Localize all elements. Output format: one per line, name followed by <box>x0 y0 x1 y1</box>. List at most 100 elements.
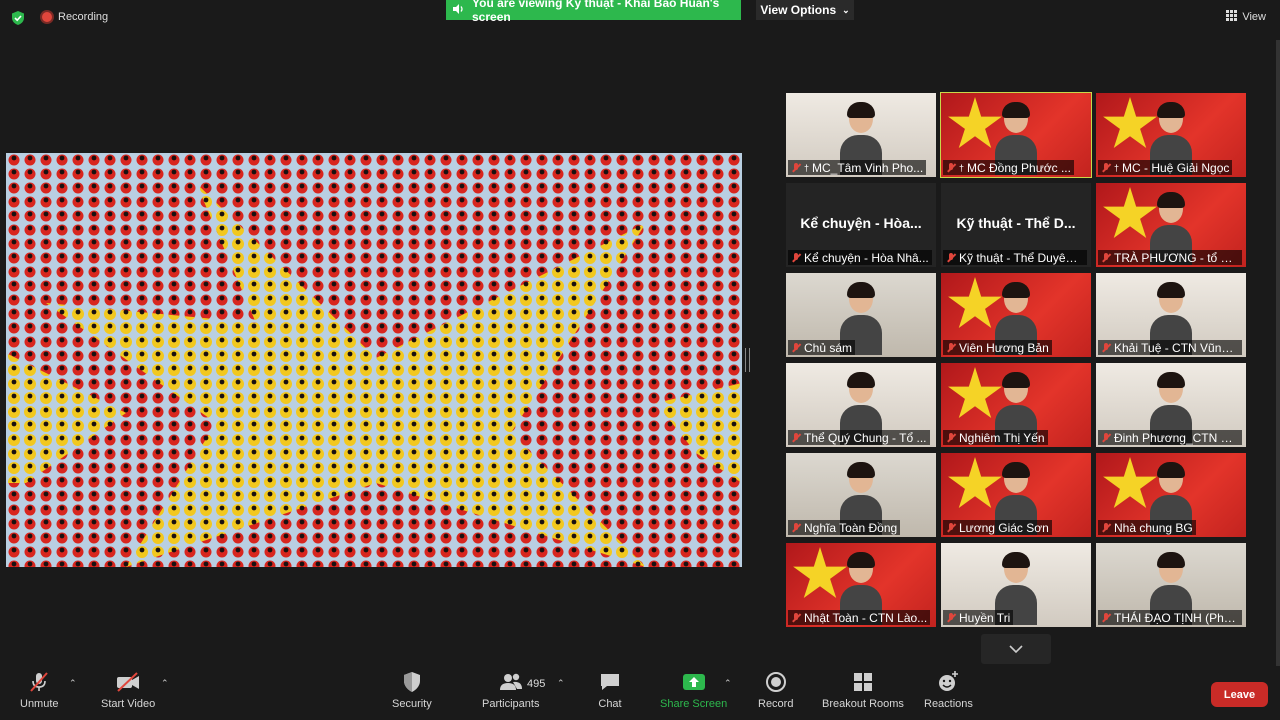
unmute-button[interactable]: Unmute <box>20 670 59 710</box>
muted-mic-icon <box>1101 432 1111 443</box>
participant-name-label: Kỹ thuật - Thể Duyên ... <box>943 250 1087 265</box>
participants-icon <box>498 670 524 694</box>
video-off-icon <box>115 670 141 694</box>
record-button[interactable]: Record <box>758 670 793 710</box>
security-shield-icon[interactable] <box>10 10 26 26</box>
participant-name: Kỹ thuật - Thể Duyên ... <box>959 250 1084 265</box>
scrollbar[interactable] <box>1276 40 1280 680</box>
record-icon <box>764 670 788 694</box>
participants-button[interactable]: Participants <box>482 670 539 710</box>
pin-icon: † <box>959 162 965 173</box>
participant-tile[interactable]: Nhật Toàn - CTN Lào... <box>786 543 936 627</box>
shared-screen-image <box>6 153 742 567</box>
chevron-down-icon: ⌄ <box>842 4 850 15</box>
participant-tile[interactable]: Lương Giác Sơn <box>941 453 1091 537</box>
start-video-button[interactable]: Start Video <box>101 670 155 710</box>
muted-mic-icon <box>1101 252 1111 263</box>
viewing-text: You are viewing Kỹ thuật - Khải Bảo Huấn… <box>472 0 720 24</box>
recording-indicator[interactable]: Recording <box>42 11 108 23</box>
breakout-rooms-icon <box>851 670 875 694</box>
view-options-button[interactable]: View Options ⌄ <box>756 0 854 20</box>
participant-name: Chủ sám <box>804 340 853 355</box>
participant-tile[interactable]: Kể chuyện - Hòa... Kể chuyện - Hòa Nhâ... <box>786 183 936 267</box>
breakout-rooms-label: Breakout Rooms <box>822 698 904 710</box>
participant-name: Nhật Toàn - CTN Lào... <box>804 610 928 625</box>
participant-tile[interactable]: Huyền Tri <box>941 543 1091 627</box>
participant-name-label: Viên Hương Bản <box>943 340 1052 355</box>
pin-icon: † <box>804 162 810 173</box>
participant-name: Viên Hương Bản <box>959 340 1049 355</box>
panel-resize-handle[interactable] <box>745 348 750 372</box>
participant-name-label: † MC Đồng Phước ... <box>943 160 1074 175</box>
participant-name-label: Nhà chung BG <box>1098 520 1196 535</box>
participant-name: THÁI ĐẠO TỊNH (Phật... <box>1114 610 1239 625</box>
participant-display-name: Kỹ thuật - Thể D... <box>956 215 1076 231</box>
participant-name-label: Chủ sám <box>788 340 856 355</box>
video-options-caret[interactable]: ⌃ <box>161 678 169 689</box>
participant-tile[interactable]: Nghiêm Thị Yến <box>941 363 1091 447</box>
share-options-caret[interactable]: ⌃ <box>724 678 732 689</box>
view-options-label: View Options <box>760 3 837 17</box>
participants-options-caret[interactable]: ⌃ <box>557 678 565 689</box>
participant-name-label: Kể chuyện - Hòa Nhâ... <box>788 250 932 265</box>
participant-name: TRÀ PHƯƠNG - tổ 1 ... <box>1114 250 1239 265</box>
muted-mic-icon <box>946 612 956 623</box>
participant-name-label: TRÀ PHƯƠNG - tổ 1 ... <box>1098 250 1242 265</box>
participant-tile[interactable]: † MC_Tâm Vinh Pho... <box>786 93 936 177</box>
muted-mic-icon <box>1101 162 1111 173</box>
reactions-label: Reactions <box>924 698 973 710</box>
participant-name-label: † MC - Huệ Giải Ngọc <box>1098 160 1233 175</box>
participant-name-label: Khải Tuệ - CTN Vũng ... <box>1098 340 1242 355</box>
unmute-label: Unmute <box>20 698 59 710</box>
participant-tile[interactable]: † MC - Huệ Giải Ngọc <box>1096 93 1246 177</box>
participant-tile[interactable]: Kỹ thuật - Thể D... Kỹ thuật - Thể Duyên … <box>941 183 1091 267</box>
participant-name: Nhà chung BG <box>1114 520 1193 535</box>
participant-tile[interactable]: THÁI ĐẠO TỊNH (Phật... <box>1096 543 1246 627</box>
speaker-icon <box>452 3 464 18</box>
viewing-screen-banner: You are viewing Kỹ thuật - Khải Bảo Huấn… <box>446 0 741 24</box>
breakout-rooms-button[interactable]: Breakout Rooms <box>822 670 904 710</box>
smiley-plus-icon <box>936 670 960 694</box>
audio-options-caret[interactable]: ⌃ <box>69 678 77 689</box>
muted-mic-icon <box>1101 342 1111 353</box>
participant-tile[interactable]: TRÀ PHƯƠNG - tổ 1 ... <box>1096 183 1246 267</box>
muted-mic-icon <box>946 432 956 443</box>
leave-button[interactable]: Leave <box>1211 682 1268 707</box>
participants-count: 495 <box>527 678 546 690</box>
muted-mic-icon <box>946 252 956 263</box>
participant-tile[interactable]: Thể Quý Chung - Tổ ... <box>786 363 936 447</box>
view-button[interactable]: View <box>1226 10 1266 24</box>
muted-mic-icon <box>946 522 956 533</box>
participant-name: Lương Giác Sơn <box>959 520 1049 535</box>
more-participants-button[interactable] <box>981 634 1051 664</box>
participant-name-label: Nhật Toàn - CTN Lào... <box>788 610 931 625</box>
muted-mic-icon <box>1101 612 1111 623</box>
participant-tile[interactable]: Chủ sám <box>786 273 936 357</box>
participant-tile[interactable]: Viên Hương Bản <box>941 273 1091 357</box>
muted-mic-icon <box>791 162 801 173</box>
start-video-label: Start Video <box>101 698 156 710</box>
participant-tile[interactable]: Đinh Phương_CTN H... <box>1096 363 1246 447</box>
chat-button[interactable]: Chat <box>598 670 622 710</box>
participant-name: Huyền Tri <box>959 610 1011 625</box>
security-button[interactable]: Security <box>392 670 432 710</box>
participant-tile[interactable]: Nghĩa Toàn Đồng <box>786 453 936 537</box>
participant-name: MC_Tâm Vinh Pho... <box>812 160 924 175</box>
participant-name-label: Huyền Tri <box>943 610 1014 625</box>
participant-tile[interactable]: Khải Tuệ - CTN Vũng ... <box>1096 273 1246 357</box>
muted-mic-icon <box>27 670 51 694</box>
participant-name: MC Đồng Phước ... <box>967 160 1071 175</box>
share-screen-button[interactable]: Share Screen <box>660 670 727 710</box>
participant-name-label: Nghĩa Toàn Đồng <box>788 520 901 535</box>
participant-name: Đinh Phương_CTN H... <box>1114 430 1239 445</box>
participant-name: MC - Huệ Giải Ngọc <box>1122 160 1230 175</box>
participant-name-label: Nghiêm Thị Yến <box>943 430 1048 445</box>
participant-name: Nghiêm Thị Yến <box>959 430 1045 445</box>
reactions-button[interactable]: Reactions <box>924 670 973 710</box>
participant-tile[interactable]: Nhà chung BG <box>1096 453 1246 537</box>
recording-label: Recording <box>58 11 109 23</box>
participant-name-label: † MC_Tâm Vinh Pho... <box>788 160 927 175</box>
chevron-down-icon <box>1009 640 1023 658</box>
participant-tile[interactable]: † MC Đồng Phước ... <box>940 92 1092 178</box>
share-screen-label: Share Screen <box>660 698 728 710</box>
